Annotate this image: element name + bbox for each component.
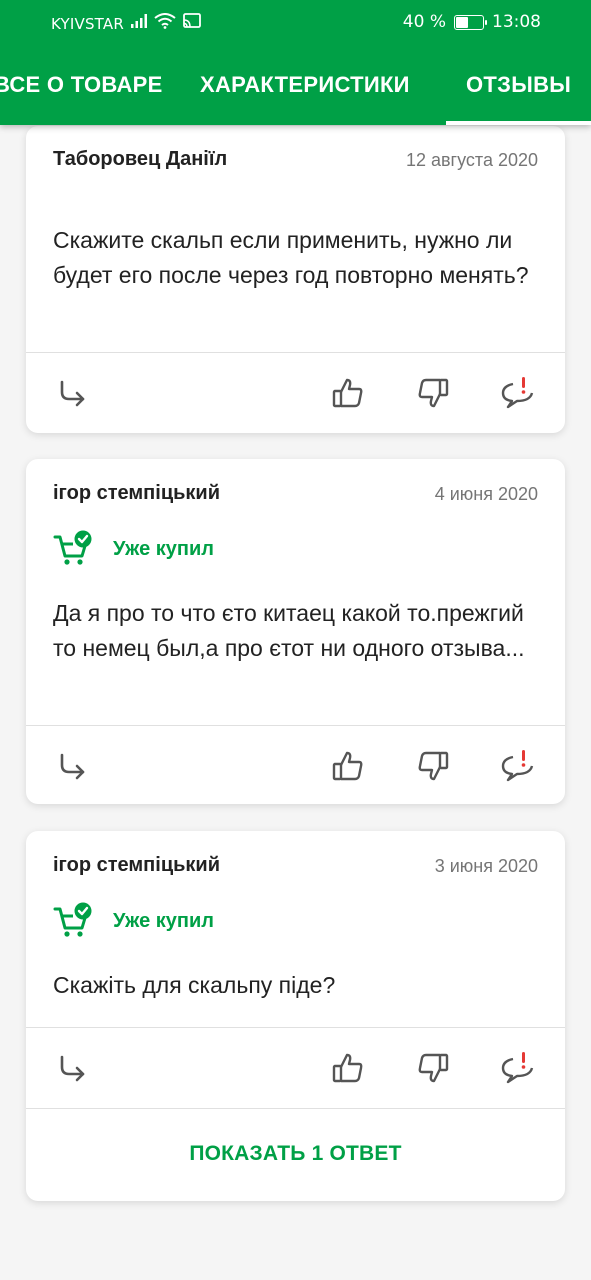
review-date: 3 июня 2020 bbox=[434, 856, 538, 876]
like-button[interactable] bbox=[330, 375, 366, 411]
like-button[interactable] bbox=[330, 748, 366, 784]
dislike-button[interactable] bbox=[415, 1050, 451, 1086]
active-tab-indicator bbox=[446, 121, 591, 125]
reply-button[interactable] bbox=[54, 1050, 90, 1086]
review-actions bbox=[26, 1028, 565, 1108]
review-actions bbox=[26, 726, 565, 804]
report-icon bbox=[501, 1052, 534, 1084]
cast-icon bbox=[183, 13, 201, 28]
battery-icon bbox=[454, 14, 487, 30]
review-author: ігор стемпіцький bbox=[53, 854, 221, 876]
dislike-button[interactable] bbox=[415, 375, 451, 411]
review-card: ігор стемпіцький 3 июня 2020 Уже купил С… bbox=[26, 831, 565, 1201]
like-icon bbox=[332, 751, 363, 781]
bought-badge: Уже купил bbox=[53, 901, 214, 941]
report-button[interactable] bbox=[500, 1050, 536, 1086]
bought-label: Уже купил bbox=[113, 537, 214, 560]
app-header: KYIVSTAR 40 % 13:08 ВСЕ О ТОВАРЕ ХАРАКТЕ… bbox=[0, 0, 591, 125]
dislike-icon bbox=[418, 751, 449, 781]
status-icons bbox=[130, 13, 202, 29]
status-bar: KYIVSTAR 40 % 13:08 bbox=[0, 0, 591, 46]
wifi-icon bbox=[154, 13, 176, 29]
bought-label: Уже купил bbox=[113, 909, 214, 932]
report-icon bbox=[501, 377, 534, 409]
reply-icon bbox=[60, 380, 85, 407]
tab-all-about-product[interactable]: ВСЕ О ТОВАРЕ bbox=[0, 72, 163, 98]
dislike-button[interactable] bbox=[415, 748, 451, 784]
bought-badge: Уже купил bbox=[53, 529, 214, 569]
reply-button[interactable] bbox=[54, 748, 90, 784]
like-icon bbox=[332, 1053, 363, 1083]
like-icon bbox=[332, 378, 363, 408]
divider bbox=[26, 1108, 565, 1109]
report-button[interactable] bbox=[500, 748, 536, 784]
like-button[interactable] bbox=[330, 1050, 366, 1086]
review-actions bbox=[26, 353, 565, 433]
report-icon bbox=[501, 750, 534, 782]
review-date: 4 июня 2020 bbox=[434, 484, 538, 504]
cart-check-icon bbox=[53, 530, 92, 565]
review-author: Таборовец Даніїл bbox=[53, 148, 228, 170]
tab-reviews[interactable]: ОТЗЫВЫ bbox=[466, 72, 571, 98]
battery-percent: 40 % bbox=[402, 12, 446, 32]
reply-icon bbox=[60, 1055, 85, 1082]
review-text: Скажите скальп если применить, нужно ли … bbox=[53, 227, 529, 288]
clock: 13:08 bbox=[492, 12, 541, 32]
review-card: ігор стемпіцький 4 июня 2020 Уже купил Д… bbox=[26, 459, 565, 804]
review-card: Таборовец Даніїл 12 августа 2020 Скажите… bbox=[26, 126, 565, 433]
carrier-name: KYIVSTAR bbox=[51, 15, 124, 33]
status-right: 40 % 13:08 bbox=[403, 12, 541, 32]
review-date: 12 августа 2020 bbox=[405, 150, 538, 170]
show-replies-button[interactable]: ПОКАЗАТЬ 1 ОТВЕТ bbox=[26, 1142, 565, 1166]
dislike-icon bbox=[418, 378, 449, 408]
review-text: Да я про то что єто китаец какой то.преж… bbox=[53, 600, 525, 661]
dislike-icon bbox=[418, 1053, 449, 1083]
tab-bar: ВСЕ О ТОВАРЕ ХАРАКТЕРИСТИКИ ОТЗЫВЫ bbox=[0, 58, 591, 125]
review-text: Скажіть для скальпу піде? bbox=[53, 972, 336, 998]
reply-icon bbox=[60, 753, 85, 780]
tab-characteristics[interactable]: ХАРАКТЕРИСТИКИ bbox=[200, 72, 410, 98]
review-author: ігор стемпіцький bbox=[53, 482, 221, 504]
reply-button[interactable] bbox=[54, 375, 90, 411]
report-button[interactable] bbox=[500, 375, 536, 411]
cart-check-icon bbox=[53, 902, 92, 937]
signal-icon bbox=[131, 14, 147, 28]
